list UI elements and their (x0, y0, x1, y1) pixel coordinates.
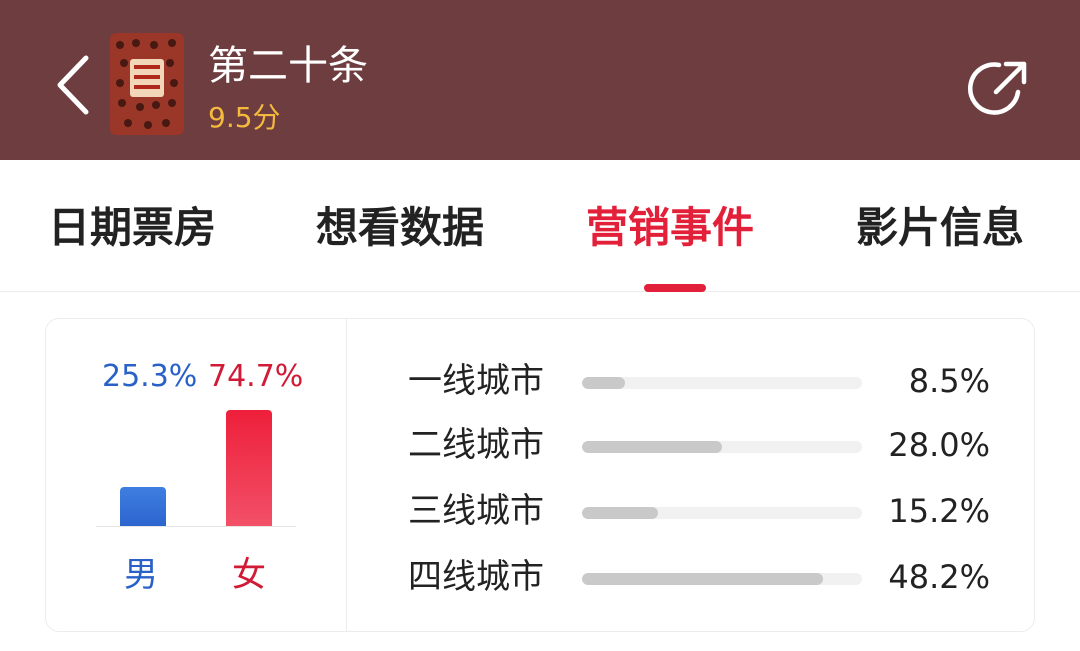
audience-stats-card: 25.3% 74.7% 男 女 一线城市 8.5% 二线城市 28.0% 三线城… (45, 318, 1035, 632)
city-percent: 8.5% (908, 362, 990, 400)
share-arrow-icon (968, 61, 1027, 115)
city-row-tier4: 四线城市 48.2% (408, 551, 1008, 601)
city-percent: 28.0% (888, 426, 990, 464)
movie-score: 9.5分 (208, 101, 281, 134)
card-divider (346, 319, 347, 631)
city-progress-track (582, 507, 862, 519)
female-bar (226, 410, 272, 526)
city-label: 三线城市 (408, 491, 544, 531)
city-percent: 15.2% (888, 492, 990, 530)
city-progress-track (582, 441, 862, 453)
movie-title: 第二十条 (208, 43, 368, 89)
chart-baseline (96, 526, 296, 527)
city-percent: 48.2% (888, 558, 990, 596)
city-label: 一线城市 (408, 361, 544, 401)
city-progress-fill (582, 377, 625, 389)
city-progress-fill (582, 507, 658, 519)
city-progress-track (582, 377, 862, 389)
tab-bar: 日期票房 想看数据 营销事件 影片信息 (0, 160, 1080, 292)
female-percent: 74.7% (208, 359, 304, 394)
gender-bar-chart (96, 407, 296, 527)
city-label: 二线城市 (408, 425, 544, 465)
city-label: 四线城市 (408, 557, 544, 597)
male-percent: 25.3% (102, 359, 198, 394)
tab-marketing-events[interactable]: 营销事件 (586, 200, 754, 256)
city-row-tier2: 二线城市 28.0% (408, 419, 1008, 469)
male-bar (120, 486, 166, 526)
app-header: 第二十条 9.5分 (0, 0, 1080, 160)
share-button[interactable] (966, 56, 1032, 122)
back-button[interactable] (48, 50, 100, 120)
male-label: 男 (124, 555, 158, 595)
female-label: 女 (232, 555, 266, 595)
city-row-tier3: 三线城市 15.2% (408, 485, 1008, 535)
tab-want-to-see-data[interactable]: 想看数据 (316, 200, 484, 256)
tab-daily-box-office[interactable]: 日期票房 (48, 200, 216, 256)
tab-film-info[interactable]: 影片信息 (856, 200, 1024, 256)
city-progress-track (582, 573, 862, 585)
movie-poster[interactable] (110, 33, 184, 135)
active-tab-indicator (644, 284, 706, 292)
city-row-tier1: 一线城市 8.5% (408, 355, 1008, 405)
chevron-left-icon (57, 55, 89, 115)
city-progress-fill (582, 441, 722, 453)
city-progress-fill (582, 573, 823, 585)
